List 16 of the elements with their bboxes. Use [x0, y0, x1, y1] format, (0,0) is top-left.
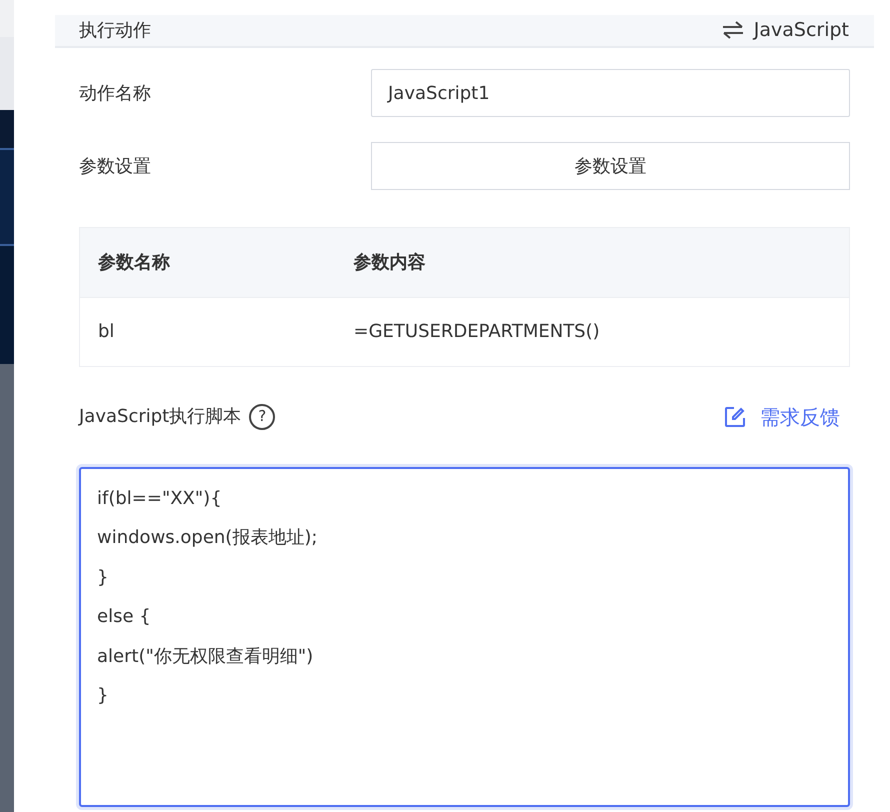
field-label: 动作名称 — [79, 82, 151, 104]
feedback-link[interactable]: 需求反馈 — [724, 402, 850, 432]
switch-language-button[interactable]: JavaScript — [720, 15, 850, 46]
parameter-settings-button[interactable]: 参数设置 — [371, 142, 850, 190]
swap-icon — [720, 21, 745, 40]
edit-icon — [724, 406, 746, 428]
column-header: 参数名称 — [80, 227, 336, 297]
column-header: 参数内容 — [336, 227, 850, 297]
table-cell: bl — [80, 297, 336, 366]
name-field[interactable]: JavaScript1 — [371, 69, 850, 117]
help-icon[interactable]: ? — [249, 404, 276, 430]
script-editor[interactable]: if(bl=="XX"){ windows.open(报表地址); } else { alert("你无权限查看明细") } — [79, 466, 850, 806]
field-label: 参数设置 — [79, 156, 151, 176]
table-cell: =GETUSERDEPARTMENTS() — [336, 297, 850, 366]
script-label: JavaScript执行脚本 — [79, 405, 242, 429]
panel-title: 执行动作 — [79, 18, 151, 43]
